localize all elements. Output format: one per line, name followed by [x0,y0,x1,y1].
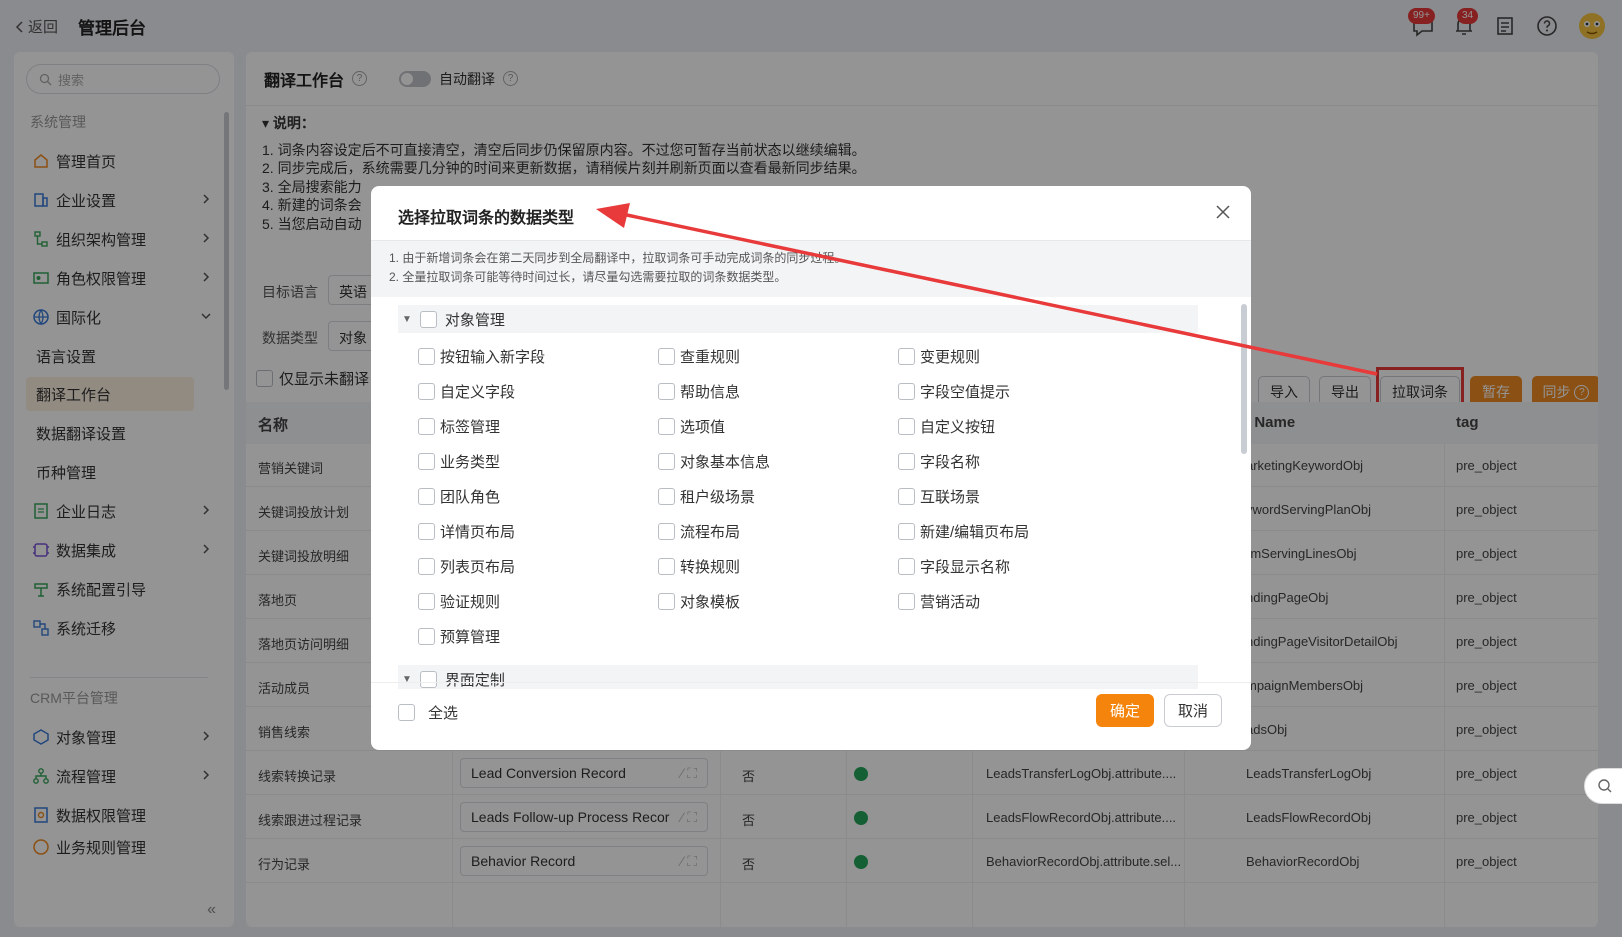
annotation-arrow [596,203,1378,376]
